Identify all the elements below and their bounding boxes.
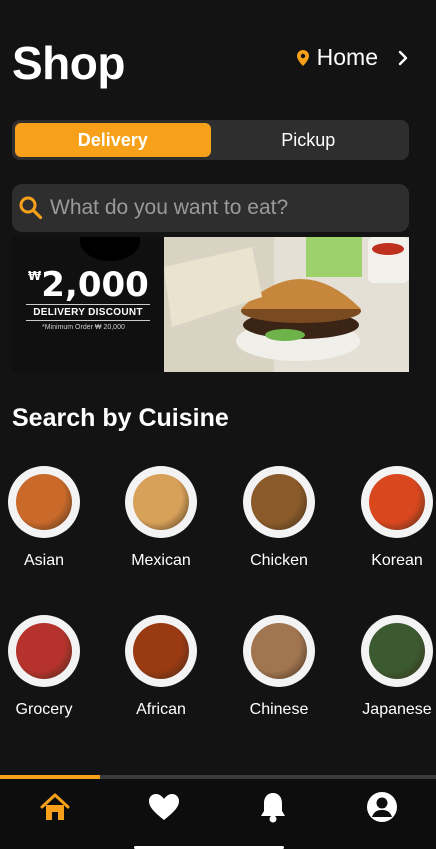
food-image — [251, 623, 307, 679]
discount-amount: ₩2,000 — [28, 265, 149, 305]
tab-favorites[interactable] — [144, 787, 184, 827]
discount-label: DELIVERY DISCOUNT — [26, 304, 150, 321]
delivery-tab[interactable]: Delivery — [15, 123, 211, 157]
cuisine-image — [361, 615, 433, 687]
cuisine-label: Japanese — [362, 701, 432, 718]
cuisine-image — [361, 466, 433, 538]
chevron-right-icon — [398, 50, 408, 65]
heart-icon — [148, 794, 179, 820]
profile-icon — [366, 792, 397, 822]
cuisine-item-asian[interactable]: Asian — [0, 466, 99, 570]
delivery-pickup-toggle: Delivery Pickup — [12, 120, 409, 160]
cuisine-item-chicken[interactable]: Chicken — [224, 466, 334, 570]
food-image — [369, 474, 425, 530]
cuisine-label: African — [136, 701, 186, 718]
cuisine-image — [125, 466, 197, 538]
cuisine-item-mexican[interactable]: Mexican — [106, 466, 216, 570]
minimum-order-note: *Minimum Order ₩ 20,000 — [42, 324, 125, 331]
bell-icon — [260, 793, 285, 823]
cuisine-item-korean[interactable]: Korean — [342, 466, 436, 570]
currency-symbol: ₩ — [28, 269, 42, 283]
cuisine-image — [8, 466, 80, 538]
cuisine-item-african[interactable]: African — [106, 615, 216, 719]
cuisine-label: Chinese — [249, 701, 309, 718]
tab-profile[interactable] — [362, 787, 402, 827]
food-image — [251, 474, 307, 530]
promo-banner[interactable]: ₩2,000 DELIVERY DISCOUNT *Minimum Order … — [12, 237, 409, 372]
food-image — [133, 623, 189, 679]
tab-home[interactable] — [35, 787, 75, 827]
cuisine-item-japanese[interactable]: Japanese — [342, 615, 436, 719]
location-label: Home — [316, 44, 378, 70]
cuisine-image — [243, 466, 315, 538]
search-icon — [19, 196, 43, 220]
search-bar[interactable] — [12, 184, 409, 232]
food-image — [16, 623, 72, 679]
cuisine-item-chinese[interactable]: Chinese — [224, 615, 334, 719]
cuisine-label: Mexican — [131, 552, 191, 569]
location-pin-icon — [296, 49, 309, 66]
tab-notifications[interactable] — [253, 787, 293, 827]
location-selector[interactable]: Home — [296, 44, 410, 71]
food-image — [133, 474, 189, 530]
cuisine-image — [8, 615, 80, 687]
cuisine-label: Asian — [23, 552, 65, 569]
cuisine-label: Chicken — [250, 552, 308, 569]
header: Shop Home — [0, 0, 436, 110]
home-icon — [40, 793, 69, 820]
page-title: Shop — [12, 37, 125, 89]
bottom-tab-bar — [0, 779, 436, 849]
search-input[interactable] — [50, 196, 390, 220]
section-title: Search by Cuisine — [12, 404, 229, 432]
pickup-tab[interactable]: Pickup — [211, 123, 407, 157]
food-image — [16, 474, 72, 530]
food-image — [369, 623, 425, 679]
cuisine-label: Korean — [371, 552, 423, 569]
cuisine-label: Grocery — [15, 701, 73, 718]
cuisine-image — [125, 615, 197, 687]
cuisine-item-grocery[interactable]: Grocery — [0, 615, 99, 719]
cuisine-image — [243, 615, 315, 687]
